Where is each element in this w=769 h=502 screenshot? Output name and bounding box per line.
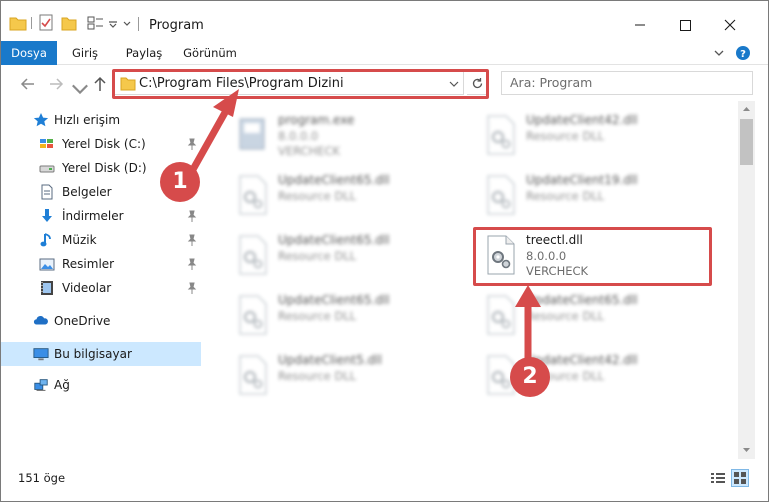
annotation-arrows	[187, 89, 541, 361]
arrow-1-shaft	[187, 107, 231, 175]
step-badge-1: 1	[160, 162, 200, 202]
arrow-2-head	[515, 285, 541, 307]
arrow-1-head	[213, 89, 239, 117]
step-badge-2: 2	[510, 357, 550, 397]
